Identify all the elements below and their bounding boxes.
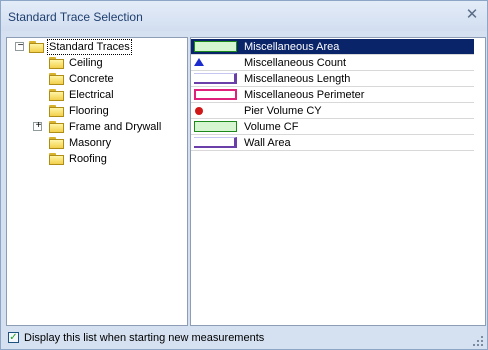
check-mark-icon: ✓ bbox=[9, 332, 18, 343]
dialog-footer: ✓ Display this list when starting new me… bbox=[1, 328, 487, 349]
category-tree[interactable]: − Standard Traces Ceiling Concrete Elect… bbox=[6, 37, 188, 326]
trace-list[interactable]: Miscellaneous Area Miscellaneous Count M… bbox=[190, 37, 486, 326]
tree-node-ceiling[interactable]: Ceiling bbox=[7, 55, 185, 71]
tree-node-roofing[interactable]: Roofing bbox=[7, 151, 185, 167]
length-line-icon bbox=[194, 73, 237, 84]
trace-row-miscellaneous-area[interactable]: Miscellaneous Area bbox=[191, 39, 474, 55]
count-triangle-icon bbox=[194, 58, 204, 66]
tree-node-label[interactable]: Masonry bbox=[67, 135, 113, 151]
volume-swatch-icon bbox=[194, 121, 237, 132]
tree-node-label[interactable]: Flooring bbox=[67, 103, 111, 119]
volume-dot-icon bbox=[195, 107, 203, 115]
tree-node-label[interactable]: Electrical bbox=[67, 87, 116, 103]
folder-icon bbox=[49, 105, 65, 117]
trace-row-wall-area[interactable]: Wall Area bbox=[191, 135, 474, 151]
folder-icon bbox=[49, 153, 65, 165]
title-bar[interactable]: Standard Trace Selection ✕ bbox=[1, 1, 487, 31]
folder-open-icon bbox=[29, 41, 45, 53]
tree-node-label[interactable]: Standard Traces bbox=[47, 39, 132, 55]
trace-label: Miscellaneous Area bbox=[244, 41, 340, 53]
folder-icon bbox=[49, 89, 65, 101]
display-list-checkbox[interactable]: ✓ bbox=[8, 332, 19, 343]
tree-node-label[interactable]: Roofing bbox=[67, 151, 109, 167]
trace-label: Pier Volume CY bbox=[244, 105, 322, 117]
trace-row-miscellaneous-perimeter[interactable]: Miscellaneous Perimeter bbox=[191, 87, 474, 103]
folder-icon bbox=[49, 121, 65, 133]
trace-row-pier-volume-cy[interactable]: Pier Volume CY bbox=[191, 103, 474, 119]
area-swatch-icon bbox=[194, 41, 237, 52]
folder-icon bbox=[49, 73, 65, 85]
window-title: Standard Trace Selection bbox=[8, 10, 143, 24]
display-list-label[interactable]: Display this list when starting new meas… bbox=[24, 332, 264, 344]
perimeter-box-icon bbox=[194, 89, 237, 100]
tree-node-masonry[interactable]: Masonry bbox=[7, 135, 185, 151]
tree-node-frame-and-drywall[interactable]: + Frame and Drywall bbox=[7, 119, 185, 135]
tree-node-electrical[interactable]: Electrical bbox=[7, 87, 185, 103]
trace-row-volume-cf[interactable]: Volume CF bbox=[191, 119, 474, 135]
wall-line-icon bbox=[194, 137, 237, 148]
resize-grip-icon[interactable] bbox=[473, 336, 483, 346]
collapse-icon[interactable]: − bbox=[15, 40, 24, 51]
tree-node-label[interactable]: Concrete bbox=[67, 71, 116, 87]
trace-row-miscellaneous-count[interactable]: Miscellaneous Count bbox=[191, 55, 474, 71]
folder-icon bbox=[49, 137, 65, 149]
tree-node-flooring[interactable]: Flooring bbox=[7, 103, 185, 119]
trace-label: Miscellaneous Count bbox=[244, 57, 347, 69]
trace-selection-window: Standard Trace Selection ✕ − Standard Tr… bbox=[0, 0, 488, 350]
tree-node-standard-traces[interactable]: − Standard Traces bbox=[7, 39, 185, 55]
tree-node-label[interactable]: Frame and Drywall bbox=[67, 119, 163, 135]
trace-label: Volume CF bbox=[244, 121, 299, 133]
trace-label: Wall Area bbox=[244, 137, 291, 149]
trace-row-miscellaneous-length[interactable]: Miscellaneous Length bbox=[191, 71, 474, 87]
tree-node-concrete[interactable]: Concrete bbox=[7, 71, 185, 87]
expand-icon[interactable]: + bbox=[33, 120, 42, 131]
close-icon[interactable]: ✕ bbox=[463, 6, 481, 24]
trace-label: Miscellaneous Length bbox=[244, 73, 351, 85]
trace-label: Miscellaneous Perimeter bbox=[244, 89, 365, 101]
tree-node-label[interactable]: Ceiling bbox=[67, 55, 105, 71]
folder-icon bbox=[49, 57, 65, 69]
